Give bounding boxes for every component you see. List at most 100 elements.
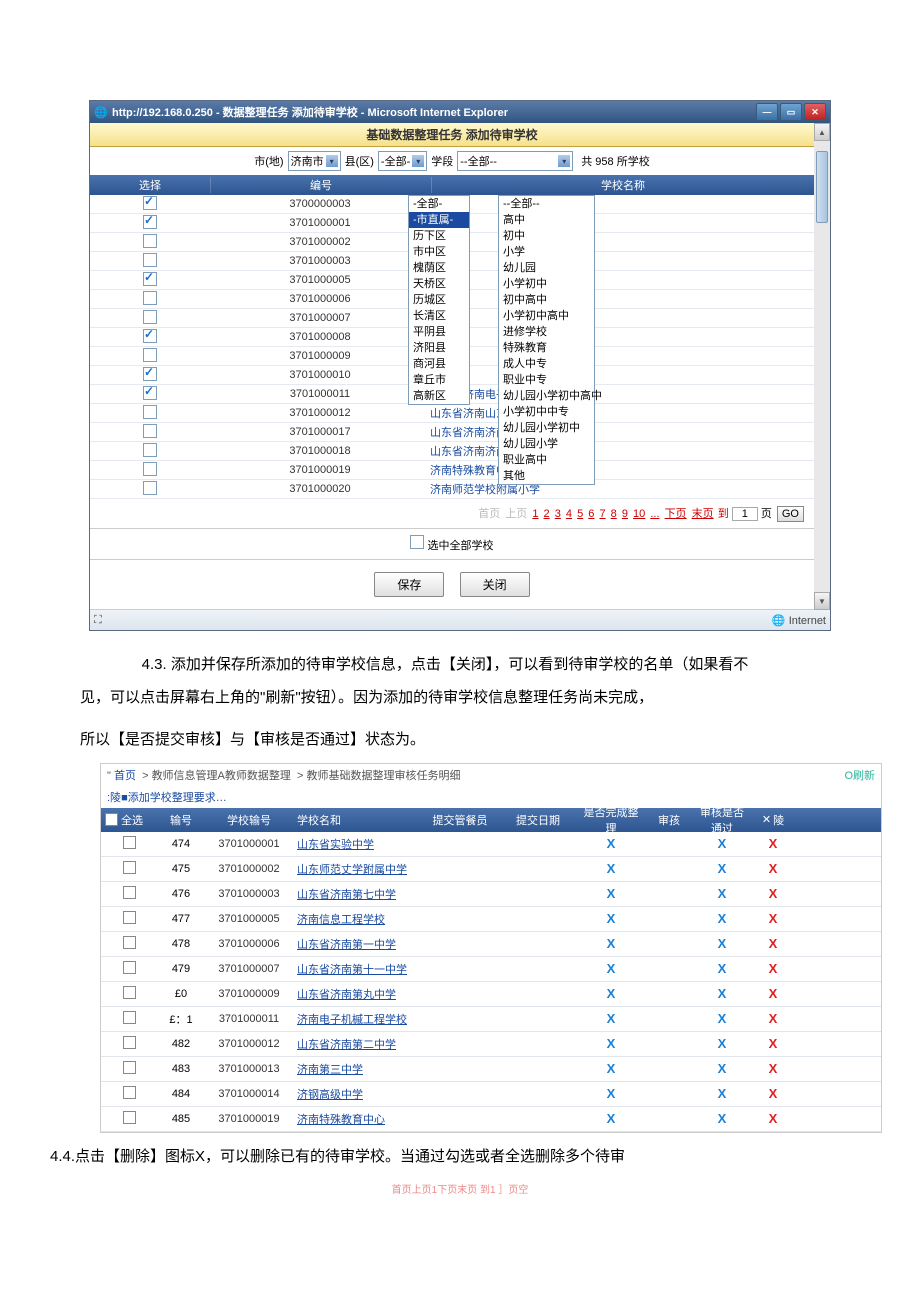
stage-option[interactable]: 幼儿园小学初中高中 — [499, 388, 594, 404]
district-option[interactable]: -全部- — [409, 196, 469, 212]
row-checkbox[interactable] — [143, 405, 157, 419]
stage-option[interactable]: 幼儿园小学初中 — [499, 420, 594, 436]
pager-page[interactable]: 9 — [622, 508, 628, 520]
stage-option[interactable]: 小学初中 — [499, 276, 594, 292]
stage-option[interactable]: 幼儿园小学 — [499, 436, 594, 452]
row-delete-button[interactable]: X — [751, 961, 795, 976]
row-school-name[interactable]: 山东省实验中学 — [293, 836, 421, 852]
row-checkbox[interactable] — [123, 886, 136, 899]
row-checkbox[interactable] — [143, 196, 157, 210]
close-button[interactable]: 关闭 — [460, 572, 530, 597]
row-checkbox[interactable] — [123, 986, 136, 999]
pager-page[interactable]: 5 — [577, 508, 583, 520]
row-school-name[interactable]: 山东省济南第七中学 — [293, 886, 421, 902]
scroll-track[interactable] — [814, 141, 830, 592]
district-select[interactable]: -全部- ▾ — [378, 151, 427, 171]
row-checkbox[interactable] — [123, 1086, 136, 1099]
row-school-name[interactable]: 济南信息工程学校 — [293, 911, 421, 927]
row-checkbox[interactable] — [143, 234, 157, 248]
row-school-name[interactable]: 省济南济南电子机械工程学校 — [430, 386, 814, 402]
pager-page[interactable]: ... — [650, 508, 659, 520]
row-school-name[interactable]: 信息工 — [430, 329, 814, 345]
row-checkbox[interactable] — [123, 1061, 136, 1074]
minimize-button[interactable]: — — [756, 103, 778, 121]
district-option[interactable]: 市中区 — [409, 244, 469, 260]
row-school-name[interactable]: 市历 — [430, 196, 814, 212]
pager-page[interactable]: 3 — [555, 508, 561, 520]
pager-page[interactable]: 1 — [532, 508, 538, 520]
stage-option[interactable]: 进修学校 — [499, 324, 594, 340]
row-checkbox[interactable] — [123, 1111, 136, 1124]
district-option[interactable]: 历下区 — [409, 228, 469, 244]
row-checkbox[interactable] — [143, 291, 157, 305]
row-school-name[interactable]: 济钢高级中学 — [293, 1086, 421, 1102]
district-option[interactable]: -市直属- — [409, 212, 469, 228]
row-school-name[interactable]: 济南电子机槭工程学校 — [293, 1011, 421, 1027]
pager-first[interactable]: 首页 — [478, 508, 500, 520]
row-school-name[interactable]: 省济南 — [430, 348, 814, 364]
row-school-name[interactable]: 省济南 — [430, 310, 814, 326]
stage-option[interactable]: 成人中专 — [499, 356, 594, 372]
pager-page[interactable]: 10 — [633, 508, 645, 520]
row-school-name[interactable]: 山东师范丈学跗属中学 — [293, 861, 421, 877]
vertical-scrollbar[interactable]: ▲ ▼ — [814, 123, 830, 610]
row-checkbox[interactable] — [143, 348, 157, 362]
stage-option[interactable]: 幼儿园 — [499, 260, 594, 276]
stage-option[interactable]: 特殊教育 — [499, 340, 594, 356]
pager-prev[interactable]: 上页 — [505, 508, 527, 520]
row-delete-button[interactable]: X — [751, 1086, 795, 1101]
maximize-button[interactable]: ▭ — [780, 103, 802, 121]
pager-page[interactable]: 4 — [566, 508, 572, 520]
pager-last[interactable]: 末页 — [692, 508, 714, 520]
row-checkbox[interactable] — [143, 386, 157, 400]
row-delete-button[interactable]: X — [751, 1036, 795, 1051]
row-delete-button[interactable]: X — [751, 936, 795, 951]
pager-page[interactable]: 2 — [544, 508, 550, 520]
pager-page[interactable]: 8 — [611, 508, 617, 520]
district-option[interactable]: 章丘市 — [409, 372, 469, 388]
row-school-name[interactable]: 济南师范学校附属小学 — [430, 481, 814, 497]
district-option[interactable]: 高新区 — [409, 388, 469, 404]
stage-option[interactable]: 职业中专 — [499, 372, 594, 388]
row-checkbox[interactable] — [143, 215, 157, 229]
pager-next[interactable]: 下页 — [665, 508, 687, 520]
crumb-home[interactable]: 首页 — [114, 770, 136, 782]
row-checkbox[interactable] — [143, 424, 157, 438]
row-checkbox[interactable] — [123, 911, 136, 924]
row-delete-button[interactable]: X — [751, 986, 795, 1001]
row-delete-button[interactable]: X — [751, 836, 795, 851]
stage-select[interactable]: --全部-- ▾ — [457, 151, 573, 171]
row-delete-button[interactable]: X — [751, 861, 795, 876]
row-checkbox[interactable] — [123, 1036, 136, 1049]
stage-option[interactable]: 小学初中高中 — [499, 308, 594, 324]
row-checkbox[interactable] — [143, 367, 157, 381]
row-school-name[interactable]: 山东省济南第一中学 — [293, 936, 421, 952]
row-school-name[interactable]: 市范 — [430, 272, 814, 288]
city-select[interactable]: 济南市 ▾ — [288, 151, 341, 171]
stage-option[interactable]: --全部-- — [499, 196, 594, 212]
stage-option[interactable]: 初中高中 — [499, 292, 594, 308]
stage-option[interactable]: 高中 — [499, 212, 594, 228]
row-school-name[interactable]: 山东省济南济南第三十四中学 — [430, 443, 814, 459]
row-delete-button[interactable]: X — [751, 911, 795, 926]
pager-page[interactable]: 7 — [599, 508, 605, 520]
stage-option[interactable]: 其他 — [499, 468, 594, 484]
row-delete-button[interactable]: X — [751, 1011, 795, 1026]
row-checkbox[interactable] — [123, 961, 136, 974]
row-checkbox[interactable] — [143, 253, 157, 267]
row-delete-button[interactable]: X — [751, 886, 795, 901]
stage-option[interactable]: 职业高中 — [499, 452, 594, 468]
scroll-down-button[interactable]: ▼ — [814, 592, 830, 610]
row-school-name[interactable]: 省实验 — [430, 234, 814, 250]
row-checkbox[interactable] — [143, 462, 157, 476]
district-option[interactable]: 槐荫区 — [409, 260, 469, 276]
district-option[interactable]: 天桥区 — [409, 276, 469, 292]
row-school-name[interactable]: 济南特殊教育中心 — [430, 462, 814, 478]
row-school-name[interactable]: 山东省济南第二中学 — [293, 1036, 421, 1052]
row-checkbox[interactable] — [123, 936, 136, 949]
row-delete-button[interactable]: X — [751, 1111, 795, 1126]
window-close-button[interactable]: ✕ — [804, 103, 826, 121]
row-school-name[interactable]: 济南第三中学 — [293, 1061, 421, 1077]
row-school-name[interactable]: 山东省济南山东省济南第二中学 — [430, 405, 814, 421]
select-all-checkbox[interactable] — [410, 535, 424, 549]
